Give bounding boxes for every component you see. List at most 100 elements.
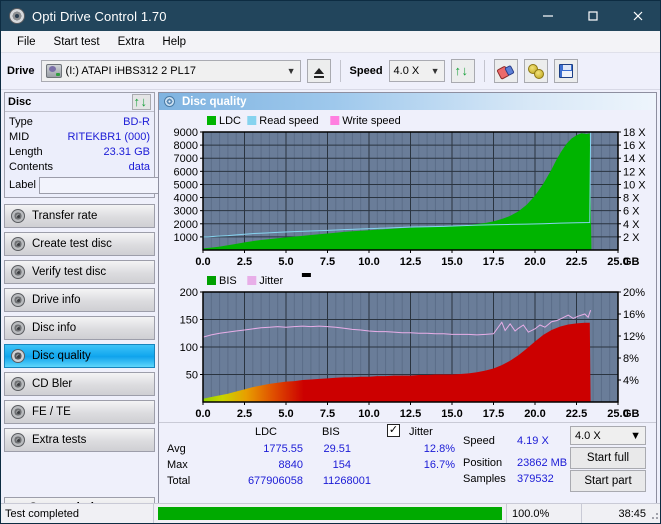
- start-full-button[interactable]: Start full: [570, 447, 646, 469]
- erase-button[interactable]: [494, 59, 518, 83]
- sidebar-item-verify-test-disc[interactable]: Verify test disc: [4, 260, 155, 284]
- app-window: Opti Drive Control 1.70 File Start test …: [0, 0, 661, 524]
- svg-text:0.0: 0.0: [195, 408, 210, 420]
- disc-refresh-button[interactable]: ↑↓: [132, 94, 151, 110]
- stats-row-max-label: Max: [167, 459, 188, 471]
- toolbar-divider-2: [484, 60, 485, 82]
- content-area: Disc quality LDCRead speedWrite speed100…: [158, 90, 660, 522]
- sidebar: Disc ↑↓ Type BD-R MID RITEKBR1 (000): [1, 90, 158, 522]
- sidebar-item-label: Disc quality: [32, 350, 91, 362]
- stats-avg-ldc: 1775.55: [223, 443, 303, 455]
- svg-text:20.0: 20.0: [524, 408, 545, 420]
- svg-text:50: 50: [186, 370, 198, 382]
- eject-button[interactable]: [307, 59, 331, 83]
- speed-select[interactable]: 4.0 X ▼: [389, 60, 445, 82]
- svg-text:8000: 8000: [174, 140, 198, 152]
- svg-text:1000: 1000: [174, 232, 198, 244]
- drive-label: Drive: [7, 65, 35, 77]
- svg-text:17.5: 17.5: [483, 408, 504, 420]
- samples-stat-value: 379532: [517, 473, 554, 485]
- svg-text:5000: 5000: [174, 179, 198, 191]
- chevron-down-icon: ▼: [281, 66, 296, 76]
- stats-total-bis: 11268001: [305, 475, 371, 487]
- svg-text:4%: 4%: [623, 375, 639, 387]
- svg-text:10.0: 10.0: [358, 408, 379, 420]
- bis-jitter-chart: BISJitter501001502004%8%12%16%20%0.02.55…: [159, 270, 654, 422]
- disc-row-type: Type BD-R: [9, 114, 150, 129]
- svg-text:GB: GB: [623, 408, 640, 420]
- jitter-label: Jitter: [409, 426, 433, 438]
- close-icon[interactable]: [615, 1, 660, 31]
- stats-avg-jitter: 12.8%: [395, 443, 455, 455]
- samples-stat-label: Samples: [463, 473, 506, 485]
- svg-text:10.0: 10.0: [358, 256, 379, 268]
- disc-icon: [11, 321, 25, 335]
- disc-type-value: BD-R: [123, 116, 150, 128]
- svg-text:14 X: 14 X: [623, 153, 646, 165]
- svg-text:22.5: 22.5: [566, 256, 587, 268]
- page-title: Disc quality: [182, 96, 247, 108]
- sidebar-item-transfer-rate[interactable]: Transfer rate: [4, 204, 155, 228]
- resize-grip-icon[interactable]: [649, 510, 659, 520]
- sidebar-item-disc-quality[interactable]: Disc quality: [4, 344, 155, 368]
- svg-text:6000: 6000: [174, 166, 198, 178]
- panel-header: Disc quality: [159, 93, 656, 110]
- menu-extra[interactable]: Extra: [110, 33, 153, 51]
- speed-label: Speed: [350, 65, 383, 77]
- test-speed-select[interactable]: 4.0 X ▼: [570, 426, 646, 445]
- save-button[interactable]: [554, 59, 578, 83]
- eraser-icon: [496, 63, 514, 80]
- svg-text:6 X: 6 X: [623, 206, 640, 218]
- minimize-icon[interactable]: [525, 1, 570, 31]
- maximize-icon[interactable]: [570, 1, 615, 31]
- disc-mid-value: RITEKBR1 (000): [67, 131, 150, 143]
- sidebar-item-disc-info[interactable]: Disc info: [4, 316, 155, 340]
- stats-row-avg-label: Avg: [167, 443, 186, 455]
- svg-text:200: 200: [180, 287, 198, 299]
- disc-icon: [11, 349, 25, 363]
- menu-file[interactable]: File: [9, 33, 44, 51]
- toolbar: Drive (I:) ATAPI iHBS312 2 PL17 ▼ Speed …: [1, 53, 660, 90]
- stats-max-jitter: 16.7%: [395, 459, 455, 471]
- window-controls: [525, 1, 660, 31]
- charts-container: LDCRead speedWrite speed1000200030004000…: [159, 110, 656, 422]
- disc-panel-header: Disc ↑↓: [5, 93, 154, 112]
- sidebar-item-label: Create test disc: [32, 238, 112, 250]
- stats-max-ldc: 8840: [223, 459, 303, 471]
- svg-text:2.5: 2.5: [237, 408, 252, 420]
- jitter-checkbox[interactable]: ✓: [387, 424, 400, 437]
- svg-text:0.0: 0.0: [195, 256, 210, 268]
- svg-text:17.5: 17.5: [483, 256, 504, 268]
- stats-col-ldc: LDC: [255, 426, 277, 438]
- main-body: Disc ↑↓ Type BD-R MID RITEKBR1 (000): [1, 90, 660, 522]
- refresh-disc-icon: ↑↓: [134, 94, 150, 110]
- sidebar-item-label: Disc info: [32, 322, 76, 334]
- disc-icon: [11, 293, 25, 307]
- stats-total-ldc: 677906058: [211, 475, 303, 487]
- svg-text:100: 100: [180, 342, 198, 354]
- sidebar-item-cd-bler[interactable]: CD Bler: [4, 372, 155, 396]
- sidebar-item-create-test-disc[interactable]: Create test disc: [4, 232, 155, 256]
- sidebar-item-fe-te[interactable]: FE / TE: [4, 400, 155, 424]
- start-part-button[interactable]: Start part: [570, 470, 646, 492]
- disc-length-value: 23.31 GB: [104, 146, 150, 158]
- svg-text:22.5: 22.5: [566, 408, 587, 420]
- menu-start-test[interactable]: Start test: [46, 33, 108, 51]
- svg-text:8 X: 8 X: [623, 193, 640, 205]
- stats-max-bis: 154: [301, 459, 351, 471]
- svg-text:BIS: BIS: [219, 275, 237, 287]
- drive-select[interactable]: (I:) ATAPI iHBS312 2 PL17 ▼: [41, 60, 301, 82]
- floppy-save-icon: [559, 64, 573, 78]
- disc-row-contents: Contents data: [9, 159, 150, 174]
- window-title: Opti Drive Control 1.70: [32, 9, 167, 24]
- svg-text:20.0: 20.0: [524, 256, 545, 268]
- svg-text:9000: 9000: [174, 127, 198, 139]
- sidebar-item-drive-info[interactable]: Drive info: [4, 288, 155, 312]
- refresh-button[interactable]: ↑↓: [451, 59, 475, 83]
- sidebar-item-label: Drive info: [32, 294, 81, 306]
- speed-stat-label: Speed: [463, 435, 495, 447]
- svg-text:5.0: 5.0: [278, 408, 293, 420]
- sidebar-item-extra-tests[interactable]: Extra tests: [4, 428, 155, 452]
- menu-help[interactable]: Help: [154, 33, 194, 51]
- settings-button[interactable]: [524, 59, 548, 83]
